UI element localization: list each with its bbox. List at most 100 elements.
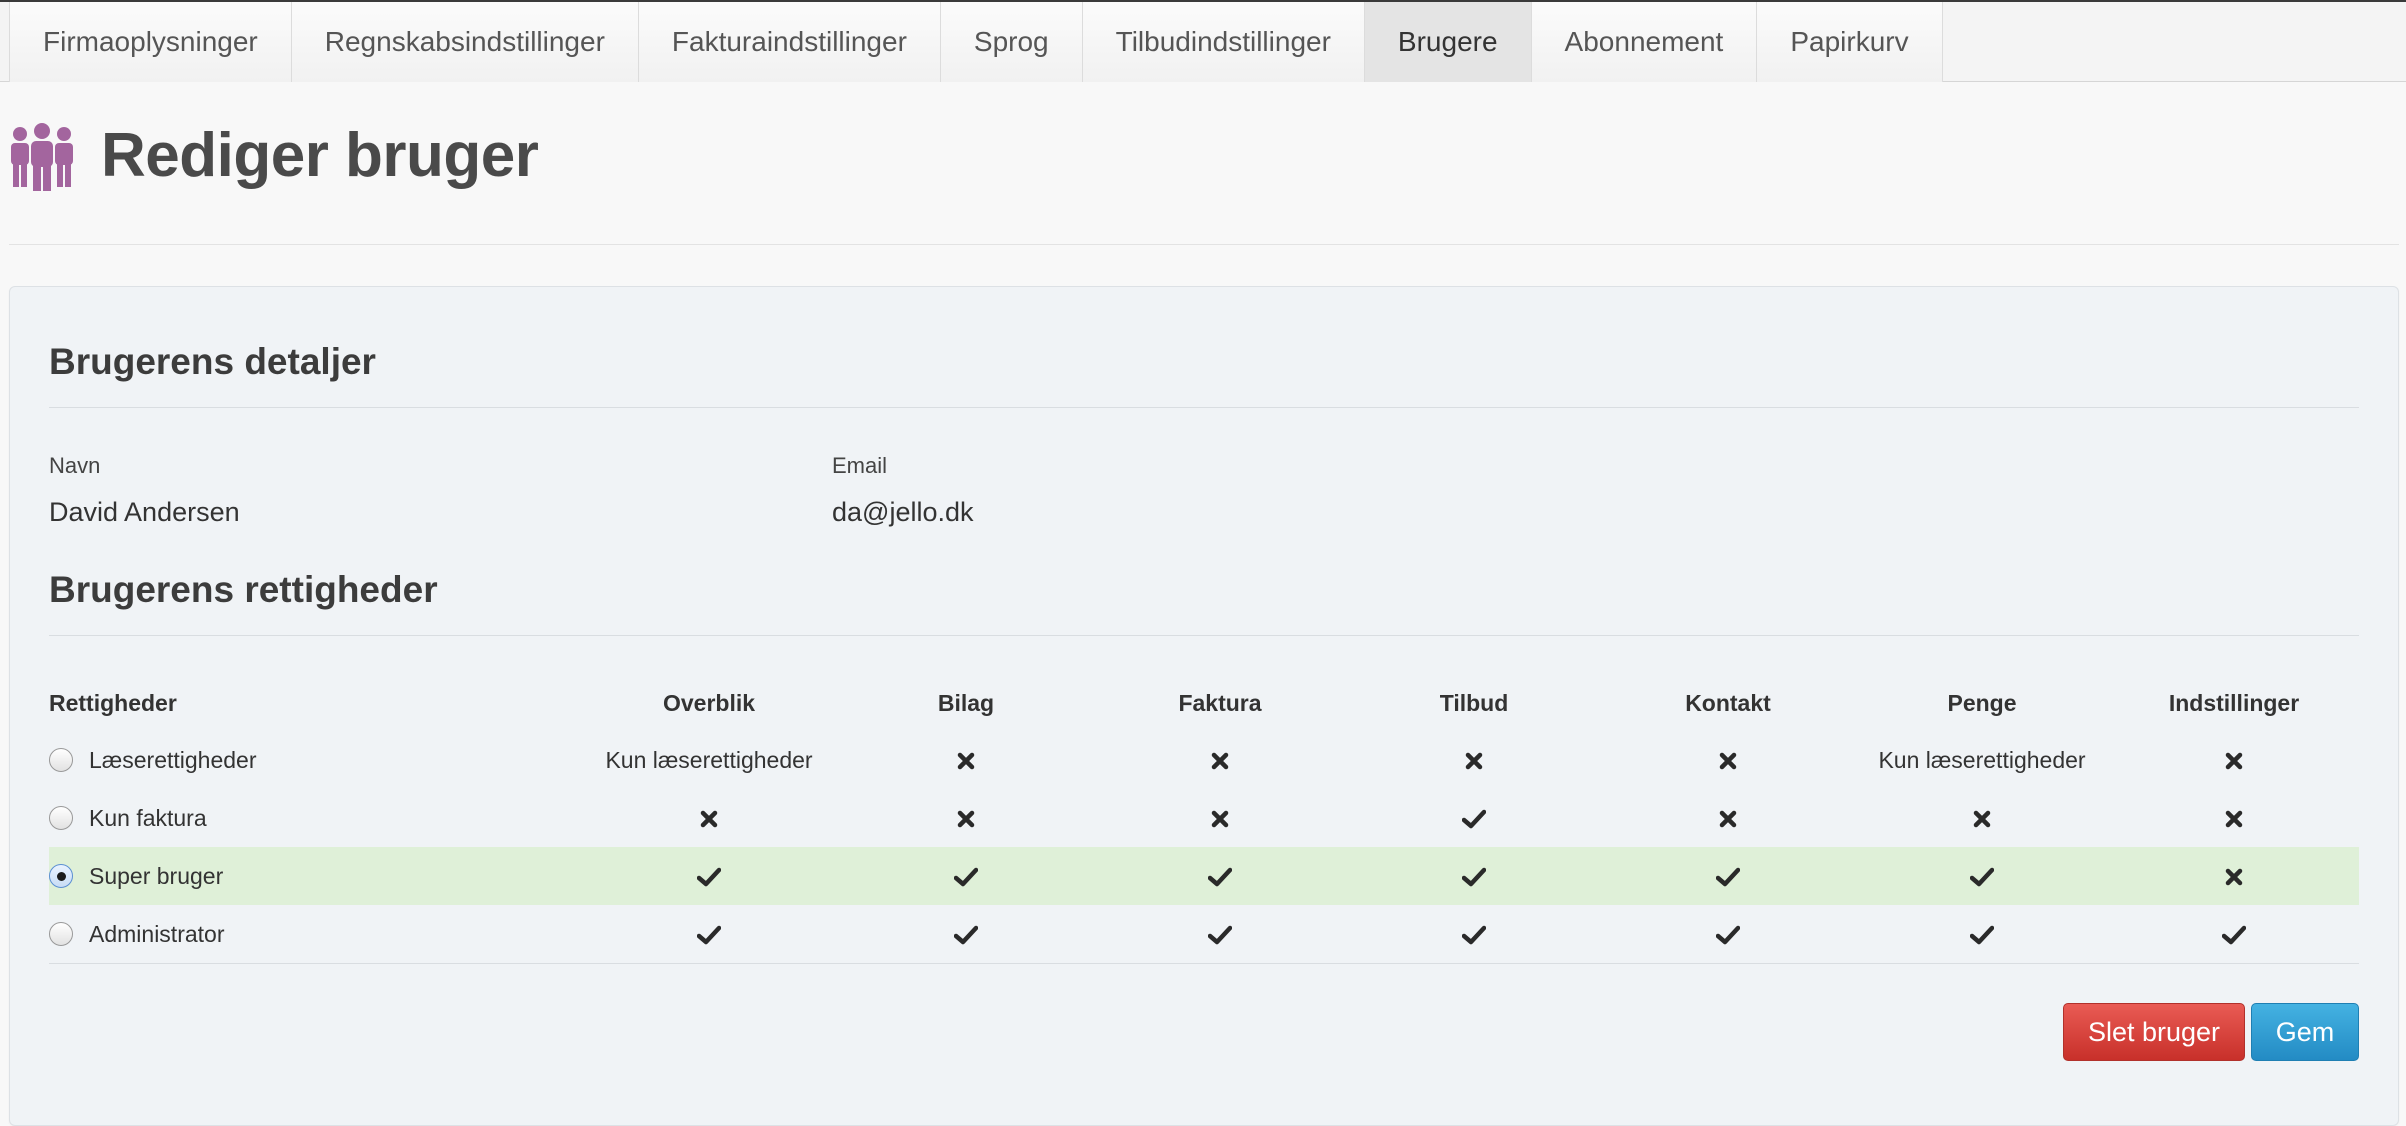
column-header-rettigheder: Rettigheder [49, 689, 177, 716]
name-label: Navn [49, 453, 101, 478]
tab-fakturaindstillinger[interactable]: Fakturaindstillinger [637, 2, 940, 82]
permission-granted-cell [1601, 905, 1855, 964]
tab-firmaoplysninger[interactable]: Firmaoplysninger [9, 2, 291, 82]
role-radio[interactable] [49, 748, 73, 772]
table-row[interactable]: Administrator [49, 905, 2359, 964]
permission-denied-cell [1093, 789, 1347, 847]
column-header-penge: Penge [1947, 689, 2017, 716]
email-label: Email [832, 453, 888, 478]
permission-granted-cell [1601, 847, 1855, 905]
role-radio[interactable] [49, 922, 73, 946]
permissions-header-row: Rettigheder Overblik Bilag Faktura Tilbu… [49, 675, 2359, 731]
save-button[interactable]: Gem [2251, 1003, 2359, 1061]
x-icon [1973, 802, 1991, 832]
column-header-kontakt: Kontakt [1685, 689, 1771, 716]
permission-denied-cell [2109, 847, 2359, 905]
x-icon [700, 802, 718, 832]
check-icon [1208, 918, 1232, 948]
permission-granted-cell [1093, 847, 1347, 905]
permission-granted-cell [1347, 789, 1601, 847]
x-icon [2225, 744, 2243, 774]
permission-granted-cell [839, 847, 1093, 905]
permissions-divider [49, 635, 2359, 636]
tab-brugere[interactable]: Brugere [1363, 2, 1531, 82]
tab-tilbudindstillinger[interactable]: Tilbudindstillinger [1081, 2, 1364, 82]
column-header-faktura: Faktura [1178, 689, 1262, 716]
tab-sprog[interactable]: Sprog [939, 2, 1082, 82]
permission-granted-cell [579, 847, 839, 905]
role-label: Læserettigheder [89, 746, 257, 773]
radio-selected-dot [56, 871, 66, 881]
x-icon [2225, 860, 2243, 890]
permission-denied-cell [2109, 789, 2359, 847]
x-icon [957, 744, 975, 774]
tab-abonnement[interactable]: Abonnement [1530, 2, 1757, 82]
role-option[interactable]: Læserettigheder [49, 747, 579, 774]
role-option[interactable]: Kun faktura [49, 805, 579, 832]
x-icon [1719, 802, 1737, 832]
role-radio[interactable] [49, 864, 73, 888]
settings-tabs: Firmaoplysninger Regnskabsindstillinger … [0, 0, 2406, 82]
tab-regnskabsindstillinger[interactable]: Regnskabsindstillinger [290, 2, 638, 82]
x-icon [2225, 802, 2243, 832]
table-row[interactable]: Kun faktura [49, 789, 2359, 847]
x-icon [1719, 744, 1737, 774]
header-divider [9, 244, 2399, 245]
check-icon [697, 918, 721, 948]
role-cell: Kun faktura [49, 789, 579, 847]
role-cell: Super bruger [49, 847, 579, 905]
check-icon [2222, 918, 2246, 948]
x-icon [1465, 744, 1483, 774]
permission-denied-cell [1601, 731, 1855, 789]
x-icon [1211, 802, 1229, 832]
check-icon [1462, 918, 1486, 948]
column-header-overblik: Overblik [662, 689, 756, 716]
table-row[interactable]: Super bruger [49, 847, 2359, 905]
role-option[interactable]: Administrator [49, 921, 579, 948]
permission-granted-cell [2109, 905, 2359, 964]
details-divider [49, 407, 2359, 408]
role-radio[interactable] [49, 806, 73, 830]
permission-denied-cell [1093, 731, 1347, 789]
page-header: Rediger bruger [9, 120, 539, 191]
check-icon [1462, 860, 1486, 890]
column-header-tilbud: Tilbud [1439, 689, 1509, 716]
check-icon [1208, 860, 1232, 890]
permission-text-cell: Kun læserettigheder [605, 746, 813, 773]
column-header-bilag: Bilag [937, 689, 995, 716]
check-icon [697, 860, 721, 890]
role-cell: Administrator [49, 905, 579, 964]
permissions-section-title: Brugerens rettigheder [49, 569, 438, 610]
permission-granted-cell [1347, 905, 1601, 964]
permission-granted-cell [1093, 905, 1347, 964]
check-icon [954, 860, 978, 890]
check-icon [954, 918, 978, 948]
details-section-title: Brugerens detaljer [49, 341, 376, 382]
permission-granted-cell [579, 905, 839, 964]
permission-granted-cell [1855, 847, 2109, 905]
permission-denied-cell [1855, 789, 2109, 847]
column-header-indstillinger: Indstillinger [2168, 689, 2300, 716]
users-icon [11, 122, 73, 191]
permission-granted-cell [1347, 847, 1601, 905]
permission-denied-cell [1601, 789, 1855, 847]
permission-granted-cell [839, 905, 1093, 964]
permission-denied-cell [839, 789, 1093, 847]
role-label: Kun faktura [89, 804, 207, 831]
check-icon [1716, 860, 1740, 890]
permission-denied-cell [839, 731, 1093, 789]
role-option[interactable]: Super bruger [49, 863, 579, 890]
check-icon [1462, 802, 1486, 832]
role-label: Super bruger [89, 862, 224, 889]
permission-granted-cell [1855, 905, 2109, 964]
check-icon [1716, 918, 1740, 948]
check-icon [1970, 860, 1994, 890]
name-value: David Andersen [49, 497, 240, 527]
check-icon [1970, 918, 1994, 948]
tab-papirkurv[interactable]: Papirkurv [1756, 2, 1943, 82]
delete-user-button[interactable]: Slet bruger [2063, 1003, 2245, 1061]
permission-denied-cell [2109, 731, 2359, 789]
role-label: Administrator [89, 920, 225, 947]
table-row[interactable]: Læserettigheder Kun læserettigheder Kun læ… [49, 731, 2359, 789]
x-icon [1211, 744, 1229, 774]
